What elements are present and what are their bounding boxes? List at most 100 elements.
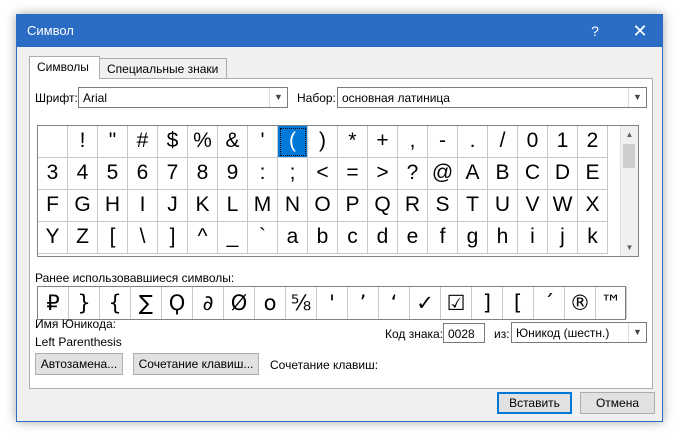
recent-symbols-grid[interactable]: ₽}{∑ Ϙ ∂ Øо ⅝ '’ ‘✓ ☑][´ ® ™ (37, 286, 627, 320)
symbol-cell[interactable]: _ (218, 222, 248, 254)
symbol-cell[interactable]: 2 (578, 126, 608, 158)
symbol-grid[interactable]: ▲ ▼ ! " # $% & '() * +, -./0 1 2 3 4 5 6 7 8 9:; < = >? @ A B C D… (37, 125, 639, 257)
recent-symbol-cell[interactable]: ´ (534, 287, 565, 319)
symbol-cell[interactable]: Q (368, 190, 398, 222)
symbol-cell[interactable]: $ (158, 126, 188, 158)
symbol-cell[interactable]: ) (308, 126, 338, 158)
font-combobox[interactable]: Arial ▼ (78, 87, 288, 108)
symbol-cell[interactable]: 5 (98, 158, 128, 190)
recent-symbol-cell[interactable]: ] (472, 287, 503, 319)
symbol-cell[interactable]: ' (248, 126, 278, 158)
symbol-cell[interactable]: R (398, 190, 428, 222)
symbol-cell[interactable]: ] (158, 222, 188, 254)
recent-symbol-cell[interactable]: ‘ (379, 287, 410, 319)
symbol-cell[interactable]: X (578, 190, 608, 222)
symbol-cell[interactable]: J (158, 190, 188, 222)
symbol-cell[interactable]: k (578, 222, 608, 254)
symbol-cell[interactable]: S (428, 190, 458, 222)
symbol-cell[interactable]: . (458, 126, 488, 158)
symbol-cell[interactable]: ; (278, 158, 308, 190)
symbol-cell[interactable]: E (578, 158, 608, 190)
symbol-cell[interactable]: * (338, 126, 368, 158)
recent-symbol-cell[interactable]: ☑ (441, 287, 472, 319)
recent-symbol-cell[interactable]: Ϙ (162, 287, 193, 319)
symbol-cell[interactable]: M (248, 190, 278, 222)
chevron-down-icon[interactable]: ▼ (628, 88, 646, 107)
symbol-cell[interactable]: ( (278, 126, 308, 158)
symbol-cell[interactable]: Y (38, 222, 68, 254)
symbol-cell[interactable]: c (338, 222, 368, 254)
recent-symbol-cell[interactable]: Ø (224, 287, 255, 319)
symbol-cell[interactable]: @ (428, 158, 458, 190)
chevron-down-icon[interactable]: ▼ (269, 88, 287, 107)
recent-symbol-cell[interactable]: ® (565, 287, 596, 319)
symbol-cell[interactable]: - (428, 126, 458, 158)
symbol-cell[interactable]: 7 (158, 158, 188, 190)
symbol-cell[interactable]: L (218, 190, 248, 222)
scroll-thumb[interactable] (623, 144, 635, 168)
symbol-cell[interactable]: d (368, 222, 398, 254)
char-code-input[interactable]: 0028 (443, 323, 485, 343)
symbol-cell[interactable]: + (368, 126, 398, 158)
recent-symbol-cell[interactable]: ™ (596, 287, 627, 319)
from-combobox[interactable]: Юникод (шестн.) ▼ (511, 322, 647, 343)
symbol-cell[interactable]: T (458, 190, 488, 222)
symbol-cell[interactable]: 1 (548, 126, 578, 158)
symbol-cell[interactable]: A (458, 158, 488, 190)
symbol-cell[interactable]: j (548, 222, 578, 254)
symbol-cell[interactable]: # (128, 126, 158, 158)
recent-symbol-cell[interactable]: } (69, 287, 100, 319)
recent-symbol-cell[interactable]: о (255, 287, 286, 319)
chevron-down-icon[interactable]: ▼ (628, 323, 646, 342)
symbol-cell[interactable]: g (458, 222, 488, 254)
subset-combobox[interactable]: основная латиница ▼ (337, 87, 647, 108)
insert-button[interactable]: Вставить (497, 392, 572, 414)
recent-symbol-cell[interactable]: ∂ (193, 287, 224, 319)
symbol-cell[interactable]: ! (68, 126, 98, 158)
symbol-cell[interactable]: P (338, 190, 368, 222)
recent-symbol-cell[interactable]: ’ (348, 287, 379, 319)
symbol-cell[interactable]: & (218, 126, 248, 158)
recent-symbol-cell[interactable]: ' (317, 287, 348, 319)
symbol-cell[interactable]: F (38, 190, 68, 222)
symbol-cell[interactable]: \ (128, 222, 158, 254)
symbol-cell[interactable]: = (338, 158, 368, 190)
symbol-cell[interactable]: Z (68, 222, 98, 254)
symbol-cell[interactable]: % (188, 126, 218, 158)
symbol-cell[interactable]: ^ (188, 222, 218, 254)
recent-symbol-cell[interactable]: { (100, 287, 131, 319)
scroll-down-icon[interactable]: ▼ (621, 239, 638, 256)
symbol-cell[interactable]: G (68, 190, 98, 222)
symbol-cell[interactable]: : (248, 158, 278, 190)
symbol-cell[interactable]: 9 (218, 158, 248, 190)
symbol-cell[interactable]: b (308, 222, 338, 254)
symbol-cell[interactable]: K (188, 190, 218, 222)
symbol-cell[interactable]: B (488, 158, 518, 190)
autocorrect-button[interactable]: Автозамена... (35, 353, 123, 375)
symbol-cell[interactable]: U (488, 190, 518, 222)
recent-symbol-cell[interactable]: ✓ (410, 287, 441, 319)
symbol-cell[interactable]: W (548, 190, 578, 222)
recent-symbol-cell[interactable]: ∑ (131, 287, 162, 319)
close-button[interactable]: ✕ (617, 15, 663, 47)
grid-scrollbar[interactable]: ▲ ▼ (620, 126, 638, 256)
symbol-cell[interactable]: ? (398, 158, 428, 190)
symbol-cell[interactable]: e (398, 222, 428, 254)
symbol-cell[interactable]: 0 (518, 126, 548, 158)
symbol-cell[interactable]: 4 (68, 158, 98, 190)
scroll-up-icon[interactable]: ▲ (621, 126, 638, 143)
symbol-cell[interactable]: < (308, 158, 338, 190)
cancel-button[interactable]: Отмена (580, 392, 655, 414)
symbol-cell[interactable]: [ (98, 222, 128, 254)
symbol-cell[interactable] (38, 126, 68, 158)
symbol-cell[interactable]: f (428, 222, 458, 254)
symbol-cell[interactable]: I (128, 190, 158, 222)
symbol-cell[interactable]: a (278, 222, 308, 254)
symbol-cell[interactable]: i (518, 222, 548, 254)
help-button[interactable]: ? (572, 15, 618, 47)
symbol-cell[interactable]: H (98, 190, 128, 222)
symbol-cell[interactable]: C (518, 158, 548, 190)
symbol-cell[interactable]: 3 (38, 158, 68, 190)
shortcut-key-button[interactable]: Сочетание клавиш... (133, 353, 259, 375)
symbol-cell[interactable]: 8 (188, 158, 218, 190)
